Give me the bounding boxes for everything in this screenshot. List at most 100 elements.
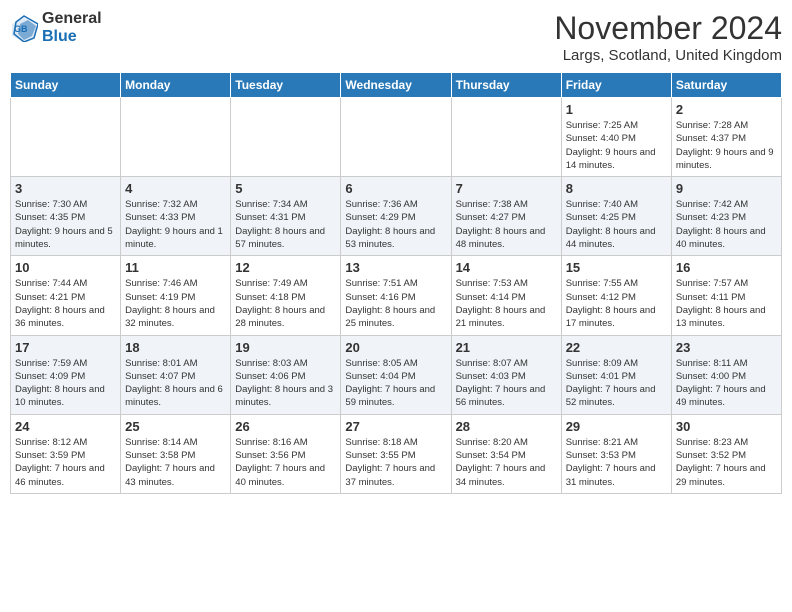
week-row-1: 1Sunrise: 7:25 AMSunset: 4:40 PMDaylight… — [11, 98, 782, 177]
day-info: Sunrise: 8:01 AMSunset: 4:07 PMDaylight:… — [125, 357, 226, 410]
day-cell — [231, 98, 341, 177]
header-wednesday: Wednesday — [341, 73, 451, 98]
week-row-5: 24 Sunrise: 8:12 AMSunset: 3:59 PMDayligh… — [11, 414, 782, 493]
svg-text:GB: GB — [14, 24, 28, 34]
day-cell: 20Sunrise: 8:05 AMSunset: 4:04 PMDayligh… — [341, 335, 451, 414]
day-cell: 23Sunrise: 8:11 AMSunset: 4:00 PMDayligh… — [671, 335, 781, 414]
header-sunday: Sunday — [11, 73, 121, 98]
day-cell: 12 Sunrise: 7:49 AMSunset: 4:18 PMDayligh… — [231, 256, 341, 335]
header: GB General Blue November 2024 Largs, Sco… — [10, 10, 782, 64]
day-cell: 25 Sunrise: 8:14 AMSunset: 3:58 PMDayligh… — [121, 414, 231, 493]
day-info: Sunrise: 7:32 AMSunset: 4:33 PMDaylight:… — [125, 198, 226, 251]
logo-icon: GB — [10, 14, 38, 42]
day-number: 9 — [676, 181, 777, 196]
month-title: November 2024 — [554, 10, 782, 47]
calendar-page: GB General Blue November 2024 Largs, Sco… — [0, 0, 792, 612]
day-cell: 6Sunrise: 7:36 AMSunset: 4:29 PMDaylight… — [341, 177, 451, 256]
day-number: 27 — [345, 419, 446, 434]
day-cell: 15Sunrise: 7:55 AMSunset: 4:12 PMDayligh… — [561, 256, 671, 335]
day-number: 16 — [676, 260, 777, 275]
day-info: Sunrise: 7:46 AMSunset: 4:19 PMDaylight:… — [125, 277, 226, 330]
day-number: 14 — [456, 260, 557, 275]
calendar-header-row: Sunday Monday Tuesday Wednesday Thursday… — [11, 73, 782, 98]
day-info: Sunrise: 8:23 AMSunset: 3:52 PMDaylight:… — [676, 436, 777, 489]
day-cell: 29Sunrise: 8:21 AMSunset: 3:53 PMDayligh… — [561, 414, 671, 493]
day-info: Sunrise: 8:14 AMSunset: 3:58 PMDaylight:… — [125, 436, 226, 489]
header-thursday: Thursday — [451, 73, 561, 98]
day-info: Sunrise: 8:16 AMSunset: 3:56 PMDaylight:… — [235, 436, 336, 489]
location-subtitle: Largs, Scotland, United Kingdom — [554, 47, 782, 64]
day-number: 25 — [125, 419, 226, 434]
day-cell: 18 Sunrise: 8:01 AMSunset: 4:07 PMDayligh… — [121, 335, 231, 414]
day-number: 7 — [456, 181, 557, 196]
day-cell: 27 Sunrise: 8:18 AMSunset: 3:55 PMDayligh… — [341, 414, 451, 493]
day-info: Sunrise: 7:51 AMSunset: 4:16 PMDaylight:… — [345, 277, 446, 330]
day-cell: 9 Sunrise: 7:42 AMSunset: 4:23 PMDaylight… — [671, 177, 781, 256]
header-tuesday: Tuesday — [231, 73, 341, 98]
day-number: 20 — [345, 340, 446, 355]
week-row-3: 10Sunrise: 7:44 AMSunset: 4:21 PMDayligh… — [11, 256, 782, 335]
day-cell: 11 Sunrise: 7:46 AMSunset: 4:19 PMDayligh… — [121, 256, 231, 335]
day-cell — [121, 98, 231, 177]
day-number: 11 — [125, 260, 226, 275]
header-monday: Monday — [121, 73, 231, 98]
day-number: 19 — [235, 340, 336, 355]
day-cell: 10Sunrise: 7:44 AMSunset: 4:21 PMDayligh… — [11, 256, 121, 335]
day-number: 5 — [235, 181, 336, 196]
day-number: 18 — [125, 340, 226, 355]
day-cell: 5 Sunrise: 7:34 AMSunset: 4:31 PMDaylight… — [231, 177, 341, 256]
day-number: 22 — [566, 340, 667, 355]
day-cell: 2 Sunrise: 7:28 AMSunset: 4:37 PMDaylight… — [671, 98, 781, 177]
day-number: 3 — [15, 181, 116, 196]
day-info: Sunrise: 7:42 AMSunset: 4:23 PMDaylight:… — [676, 198, 777, 251]
day-info: Sunrise: 8:03 AMSunset: 4:06 PMDaylight:… — [235, 357, 336, 410]
day-info: Sunrise: 8:21 AMSunset: 3:53 PMDaylight:… — [566, 436, 667, 489]
day-info: Sunrise: 7:53 AMSunset: 4:14 PMDaylight:… — [456, 277, 557, 330]
week-row-4: 17Sunrise: 7:59 AMSunset: 4:09 PMDayligh… — [11, 335, 782, 414]
day-number: 4 — [125, 181, 226, 196]
day-number: 28 — [456, 419, 557, 434]
day-cell: 16 Sunrise: 7:57 AMSunset: 4:11 PMDayligh… — [671, 256, 781, 335]
day-info: Sunrise: 7:28 AMSunset: 4:37 PMDaylight:… — [676, 119, 777, 172]
day-cell: 13Sunrise: 7:51 AMSunset: 4:16 PMDayligh… — [341, 256, 451, 335]
day-cell — [451, 98, 561, 177]
day-cell: 30 Sunrise: 8:23 AMSunset: 3:52 PMDayligh… — [671, 414, 781, 493]
title-block: November 2024 Largs, Scotland, United Ki… — [554, 10, 782, 64]
logo: GB General Blue — [10, 10, 102, 45]
day-info: Sunrise: 7:55 AMSunset: 4:12 PMDaylight:… — [566, 277, 667, 330]
day-info: Sunrise: 7:49 AMSunset: 4:18 PMDaylight:… — [235, 277, 336, 330]
header-saturday: Saturday — [671, 73, 781, 98]
day-info: Sunrise: 7:57 AMSunset: 4:11 PMDaylight:… — [676, 277, 777, 330]
day-cell — [11, 98, 121, 177]
day-cell — [341, 98, 451, 177]
day-cell: 22 Sunrise: 8:09 AMSunset: 4:01 PMDayligh… — [561, 335, 671, 414]
day-number: 30 — [676, 419, 777, 434]
header-friday: Friday — [561, 73, 671, 98]
day-info: Sunrise: 8:09 AMSunset: 4:01 PMDaylight:… — [566, 357, 667, 410]
day-info: Sunrise: 8:20 AMSunset: 3:54 PMDaylight:… — [456, 436, 557, 489]
day-number: 1 — [566, 102, 667, 117]
day-number: 8 — [566, 181, 667, 196]
day-cell: 19 Sunrise: 8:03 AMSunset: 4:06 PMDayligh… — [231, 335, 341, 414]
day-info: Sunrise: 8:12 AMSunset: 3:59 PMDaylight:… — [15, 436, 116, 489]
day-info: Sunrise: 8:18 AMSunset: 3:55 PMDaylight:… — [345, 436, 446, 489]
day-cell: 3 Sunrise: 7:30 AMSunset: 4:35 PMDaylight… — [11, 177, 121, 256]
day-cell: 7Sunrise: 7:38 AMSunset: 4:27 PMDaylight… — [451, 177, 561, 256]
day-number: 21 — [456, 340, 557, 355]
day-cell: 26Sunrise: 8:16 AMSunset: 3:56 PMDayligh… — [231, 414, 341, 493]
day-info: Sunrise: 7:34 AMSunset: 4:31 PMDaylight:… — [235, 198, 336, 251]
day-number: 2 — [676, 102, 777, 117]
logo-blue: Blue — [42, 28, 77, 45]
day-info: Sunrise: 7:30 AMSunset: 4:35 PMDaylight:… — [15, 198, 116, 251]
logo-text: General Blue — [42, 10, 102, 45]
day-cell: 8Sunrise: 7:40 AMSunset: 4:25 PMDaylight… — [561, 177, 671, 256]
day-number: 24 — [15, 419, 116, 434]
day-info: Sunrise: 8:07 AMSunset: 4:03 PMDaylight:… — [456, 357, 557, 410]
day-cell: 1Sunrise: 7:25 AMSunset: 4:40 PMDaylight… — [561, 98, 671, 177]
day-cell: 21 Sunrise: 8:07 AMSunset: 4:03 PMDayligh… — [451, 335, 561, 414]
day-cell: 14 Sunrise: 7:53 AMSunset: 4:14 PMDayligh… — [451, 256, 561, 335]
day-info: Sunrise: 8:11 AMSunset: 4:00 PMDaylight:… — [676, 357, 777, 410]
day-cell: 24 Sunrise: 8:12 AMSunset: 3:59 PMDayligh… — [11, 414, 121, 493]
day-info: Sunrise: 7:59 AMSunset: 4:09 PMDaylight:… — [15, 357, 116, 410]
day-number: 12 — [235, 260, 336, 275]
